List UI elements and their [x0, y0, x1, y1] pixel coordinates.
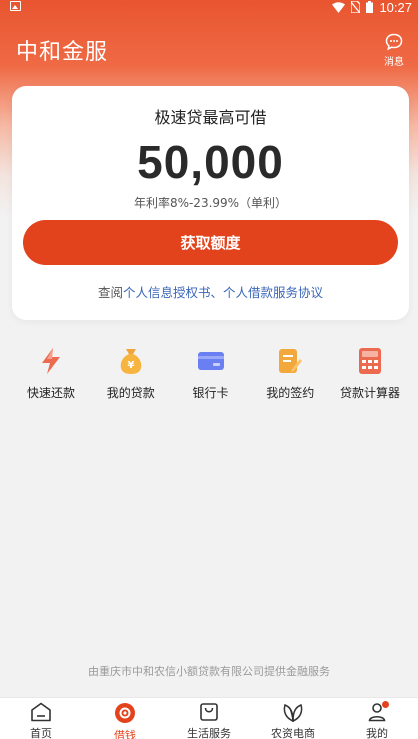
leaf-icon	[281, 702, 305, 722]
money-bag-icon: ¥	[116, 346, 146, 376]
quick-action-label: 快速还款	[26, 386, 75, 400]
tab-borrow[interactable]: 借钱	[90, 698, 160, 739]
user-icon	[365, 701, 389, 722]
quick-actions: 快速还款 ¥ 我的贷款 银行卡 我的签约 贷款计算器	[12, 346, 409, 406]
bank-card-icon	[196, 346, 226, 376]
loan-amount: 50,000	[137, 136, 284, 188]
tab-label: 首页	[30, 727, 52, 739]
no-sim-icon	[351, 1, 361, 13]
tab-mine[interactable]: 我的	[342, 698, 412, 739]
loan-rate: 年利率8%-23.99%（单利）	[133, 196, 288, 210]
tab-label: 借钱	[114, 729, 136, 739]
notification-dot	[382, 701, 389, 708]
my-contracts-button[interactable]: 我的签约	[251, 346, 329, 406]
quick-action-label: 贷款计算器	[339, 386, 400, 400]
agreement-line: 查阅个人信息授权书、个人借款服务协议	[12, 282, 409, 301]
bottom-tab-bar: 首页 借钱 生活服务 农资电商 我的	[0, 697, 418, 739]
loan-calculator-button[interactable]: 贷款计算器	[331, 346, 409, 406]
status-time: 10:27	[379, 0, 412, 15]
quick-repay-button[interactable]: 快速还款	[12, 346, 90, 406]
bank-card-button[interactable]: 银行卡	[172, 346, 250, 406]
image-notification-icon	[10, 1, 21, 11]
svg-text:¥: ¥	[127, 360, 134, 371]
home-icon	[29, 702, 53, 722]
battery-icon	[366, 1, 374, 13]
service-provider-note: 由重庆市中和农信小额贷款有限公司提供金融服务	[88, 665, 330, 678]
wifi-icon	[332, 1, 346, 13]
message-button[interactable]: 消息	[384, 33, 404, 68]
loan-heading: 极速贷最高可借	[154, 108, 267, 127]
my-loans-button[interactable]: ¥ 我的贷款	[92, 346, 170, 406]
chat-bubble-icon	[385, 33, 403, 50]
shopping-bag-icon	[197, 702, 221, 722]
app-title: 中和金服	[16, 40, 109, 65]
tab-home[interactable]: 首页	[6, 698, 76, 739]
calculator-icon	[355, 346, 385, 376]
tab-label: 农资电商	[271, 727, 315, 739]
quick-action-label: 我的贷款	[106, 386, 155, 400]
status-bar: 10:27	[0, 0, 418, 15]
quick-action-label: 我的签约	[266, 386, 315, 400]
contract-icon	[275, 346, 305, 376]
app-header: 中和金服 消息	[0, 28, 418, 72]
lightning-icon	[36, 346, 66, 376]
get-limit-button[interactable]: 获取额度	[23, 220, 398, 265]
tab-life-services[interactable]: 生活服务	[174, 698, 244, 739]
tab-label: 生活服务	[187, 727, 231, 739]
tab-label: 我的	[366, 727, 388, 739]
quick-action-label: 银行卡	[192, 386, 229, 400]
tab-agri-ecommerce[interactable]: 农资电商	[258, 698, 328, 739]
borrow-icon	[113, 702, 137, 724]
agreement-prefix: 查阅	[97, 285, 123, 300]
agreement-link[interactable]: 个人信息授权书、个人借款服务协议	[123, 285, 323, 300]
message-label: 消息	[384, 56, 404, 68]
loan-card: 极速贷最高可借 50,000 年利率8%-23.99%（单利） 获取额度 查阅个…	[12, 86, 409, 320]
